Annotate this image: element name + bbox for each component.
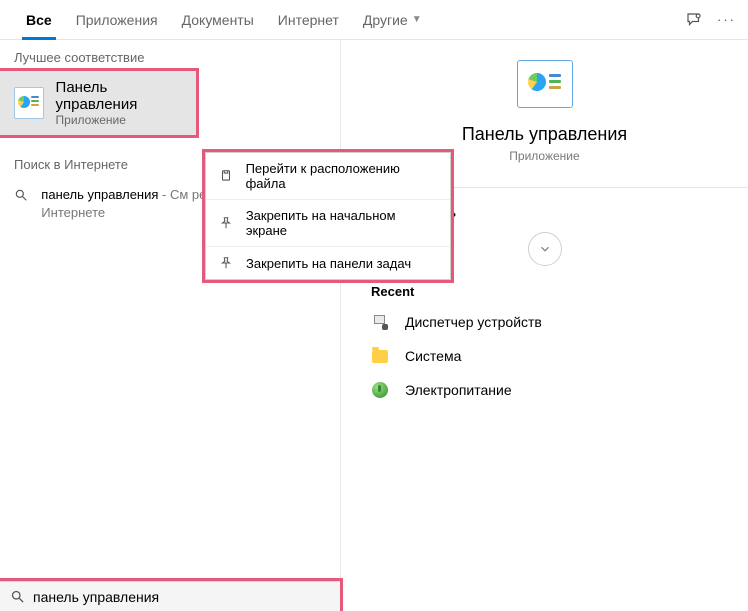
recent-item-system[interactable]: Система xyxy=(341,339,748,373)
ctx-pin-start[interactable]: Закрепить на начальном экране xyxy=(206,199,450,246)
best-match-title: Панель управления xyxy=(56,79,182,113)
search-icon xyxy=(10,589,25,604)
recent-item-label: Диспетчер устройств xyxy=(405,314,542,330)
pin-taskbar-icon xyxy=(218,255,234,271)
search-icon xyxy=(14,186,31,202)
more-icon[interactable]: ··· xyxy=(717,12,736,27)
tab-apps[interactable]: Приложения xyxy=(64,0,170,39)
tab-internet[interactable]: Интернет xyxy=(266,0,351,39)
file-location-icon xyxy=(218,168,234,184)
recent-item-label: Система xyxy=(405,348,461,364)
control-panel-icon xyxy=(14,87,44,119)
ctx-item-label: Перейти к расположению файла xyxy=(246,161,438,191)
recent-item-label: Электропитание xyxy=(405,382,512,398)
preview-pane: Панель управления Приложение Открыть Rec… xyxy=(340,40,748,581)
control-panel-large-icon xyxy=(517,60,573,108)
results-column: Лучшее соответствие Панель управления Пр… xyxy=(0,40,340,581)
search-input[interactable] xyxy=(33,589,330,605)
ctx-pin-taskbar[interactable]: Закрепить на панели задач xyxy=(206,246,450,279)
ctx-open-file-location[interactable]: Перейти к расположению файла xyxy=(206,153,450,199)
pin-start-icon xyxy=(218,215,234,231)
expand-button[interactable] xyxy=(528,232,562,266)
best-match-item[interactable]: Панель управления Приложение xyxy=(0,71,196,135)
folder-icon xyxy=(371,347,389,365)
ctx-item-label: Закрепить на начальном экране xyxy=(246,208,438,238)
chevron-down-icon: ▼ xyxy=(412,14,422,25)
search-bar[interactable] xyxy=(0,581,340,611)
tab-other[interactable]: Другие▼ xyxy=(351,0,434,39)
recent-item-power[interactable]: Электропитание xyxy=(341,373,748,407)
tabs-bar: Все Приложения Документы Интернет Другие… xyxy=(0,0,748,40)
recent-item-device-manager[interactable]: Диспетчер устройств xyxy=(341,305,748,339)
ctx-item-label: Закрепить на панели задач xyxy=(246,256,411,271)
tab-documents[interactable]: Документы xyxy=(170,0,266,39)
preview-title: Панель управления xyxy=(341,124,748,145)
tab-all[interactable]: Все xyxy=(14,0,64,39)
power-icon xyxy=(371,381,389,399)
best-match-subtitle: Приложение xyxy=(56,113,182,127)
feedback-icon[interactable] xyxy=(685,11,703,29)
context-menu: Перейти к расположению файла Закрепить н… xyxy=(205,152,451,280)
device-manager-icon xyxy=(371,313,389,331)
recent-section-label: Recent xyxy=(341,280,748,305)
best-match-label: Лучшее соответствие xyxy=(0,40,340,71)
